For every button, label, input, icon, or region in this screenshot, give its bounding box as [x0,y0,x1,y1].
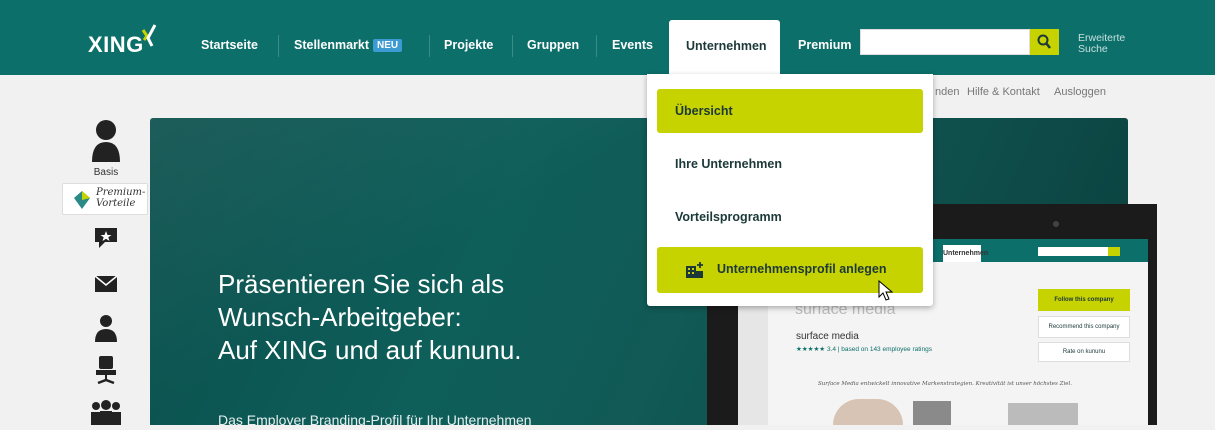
mockup-rate-button: Rate on kununu [1038,342,1130,362]
premium-diamond-icon [74,191,90,209]
speech-bubble-star-icon [95,228,117,248]
mockup-photo-3 [1008,403,1078,425]
search-button[interactable] [1030,29,1059,55]
sidebar-item-premium[interactable]: Premium- Vorteile [62,183,148,215]
sidebar-item-basis[interactable]: Basis [76,118,136,178]
dropdown-item-label: Unternehmensprofil anlegen [717,262,887,276]
unternehmen-dropdown: Übersicht Ihre Unternehmen Vorteilsprogr… [647,74,933,306]
nav-projekte[interactable]: Projekte [444,38,493,52]
hero-title-line1: Präsentieren Sie sich als [218,269,505,299]
dropdown-item-label: Vorteilsprogramm [675,210,782,224]
dropdown-item-vorteilsprogramm[interactable]: Vorteilsprogramm [657,195,923,239]
mockup-rating: ★★★★★ 3.4 | based on 143 employee rating… [796,346,932,353]
dropdown-item-label: Übersicht [675,104,733,118]
xing-logo[interactable]: XING [88,32,144,58]
office-chair-icon [96,356,116,385]
sidebar-item-jobs[interactable] [76,355,136,390]
mouse-cursor-icon [878,280,894,301]
subbar-link-partial[interactable]: nden [935,86,959,98]
envelope-icon [94,275,118,292]
mockup-company-name: surface media [796,331,859,342]
dropdown-item-uebersicht[interactable]: Übersicht [657,89,923,133]
search-input[interactable] [860,29,1030,55]
sidebar-item-contacts[interactable] [76,314,136,347]
mockup-follow-button: Follow this company [1038,289,1130,311]
nav-stellenmarkt[interactable]: Stellenmarkt NEU [294,38,403,52]
sidebar-item-messages-star[interactable] [76,226,136,255]
contact-person-icon [95,315,117,342]
mockup-recommend-button: Recommend this company [1038,316,1130,338]
advanced-search-link[interactable]: Erweiterte Suche [1078,33,1125,55]
mockup-quote: Surface Media entwickelt innovative Mark… [818,381,1072,387]
nav-unternehmen-label: Unternehmen [686,39,767,53]
new-badge: NEU [373,39,403,52]
advanced-search-line2: Suche [1078,43,1108,55]
dropdown-item-label: Ihre Unternehmen [675,157,782,171]
xing-logo-icon [141,24,157,47]
hero-title: Präsentieren Sie sich als Wunsch-Arbeitg… [218,268,522,367]
dropdown-item-ihre-unternehmen[interactable]: Ihre Unternehmen [657,142,923,186]
nav-stellenmarkt-label: Stellenmarkt [294,38,370,52]
help-contact-link[interactable]: Hilfe & Kontakt [967,86,1040,98]
nav-events[interactable]: Events [612,38,653,52]
premium-label-line2: Vorteile [96,198,136,209]
hero-title-line2: Wunsch-Arbeitgeber: [218,302,462,332]
mockup-tab: Unternehmen [943,245,988,262]
nav-unternehmen[interactable]: Unternehmen [669,20,780,75]
search-icon [1037,34,1051,49]
hero-subtitle: Das Employer Branding-Profil für Ihr Unt… [218,412,532,425]
add-company-icon [686,262,703,278]
nav-gruppen[interactable]: Gruppen [527,38,579,52]
mockup-photo-1 [833,399,903,425]
nav-divider [596,35,597,57]
nav-divider [278,35,279,57]
group-icon [91,400,121,425]
person-icon [92,120,120,162]
mockup-photo-2 [913,401,951,425]
sidebar-item-groups[interactable] [76,400,136,430]
hero-title-line3: Auf XING und auf kununu. [218,335,522,365]
mockup-search-field [1038,247,1110,256]
sidebar-item-mail[interactable] [76,275,136,298]
nav-startseite[interactable]: Startseite [201,38,258,52]
logout-link[interactable]: Ausloggen [1054,86,1106,98]
nav-divider [429,35,430,57]
webcam-dot [1053,221,1059,227]
mockup-search-button [1108,247,1120,256]
nav-divider [512,35,513,57]
sidebar-basis-label: Basis [93,167,119,178]
premium-label-line1: Premium- [96,187,146,198]
nav-premium[interactable]: Premium [798,38,852,52]
